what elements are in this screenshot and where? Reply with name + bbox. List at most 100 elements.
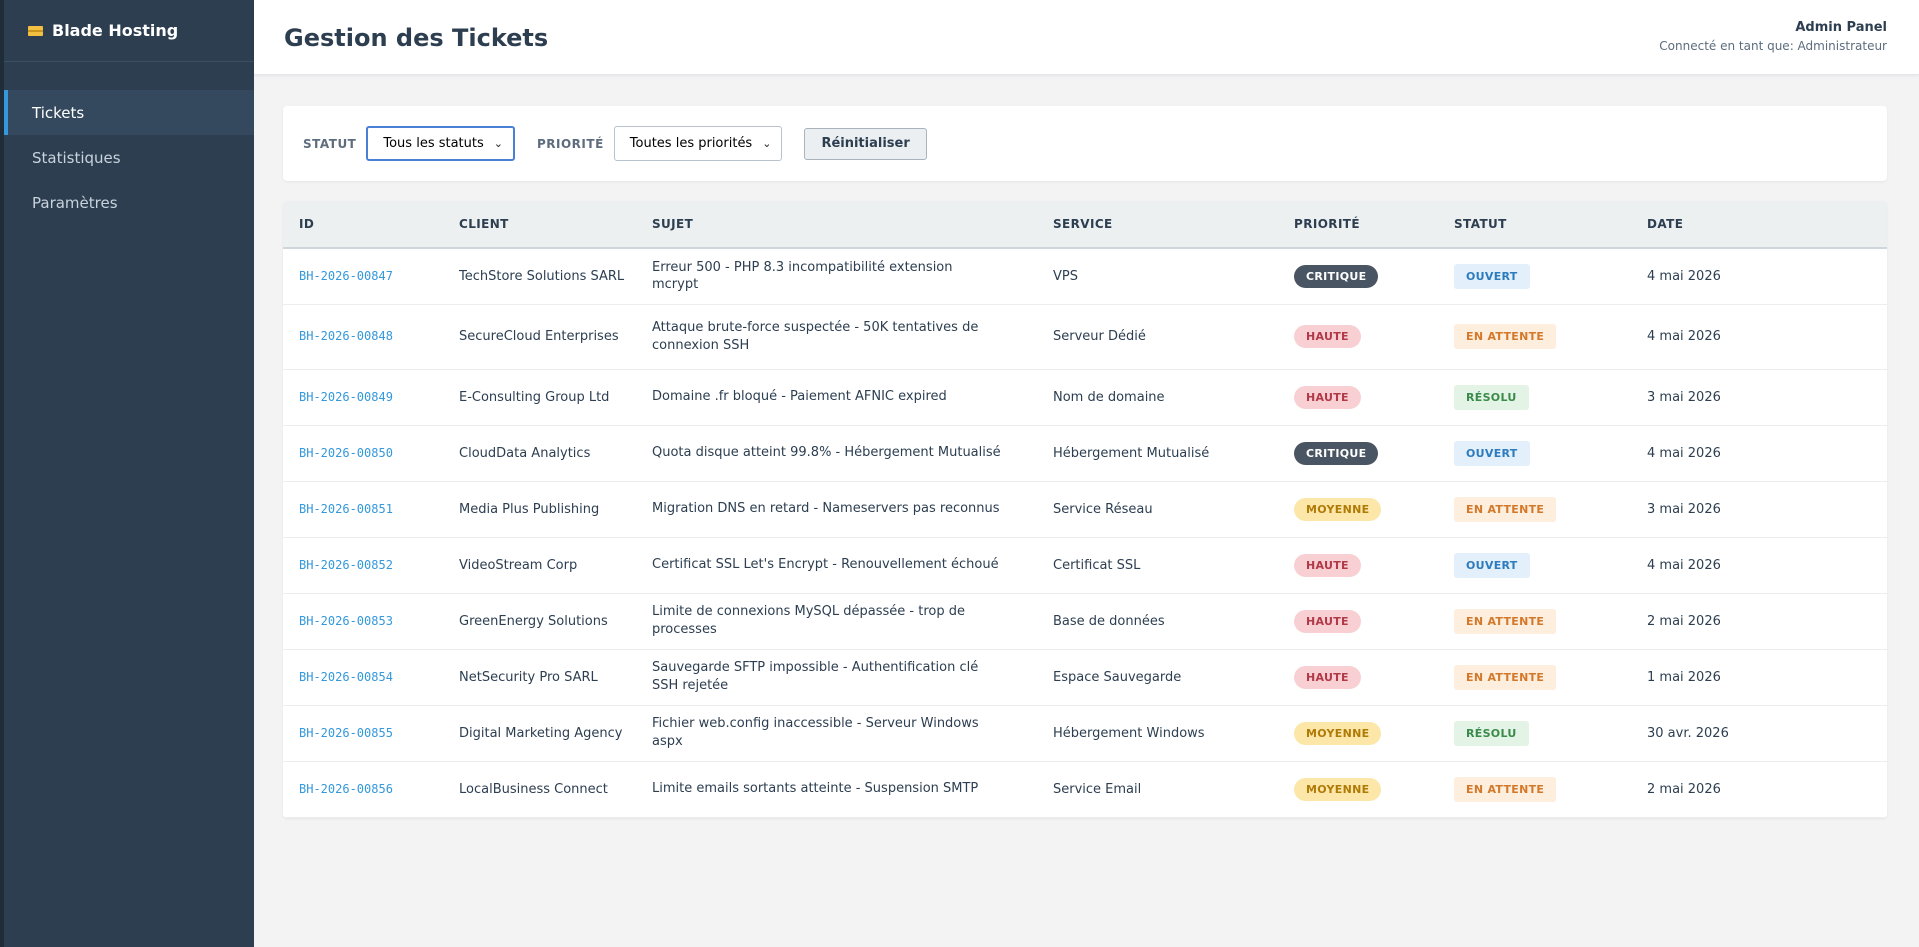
sidebar-item-label: Statistiques: [32, 148, 121, 167]
sidebar-item-statistiques[interactable]: Statistiques: [4, 135, 254, 180]
column-header-priority[interactable]: PRIORITÉ: [1278, 201, 1438, 248]
admin-panel-title: Admin Panel: [1795, 20, 1887, 35]
priority-filter-select[interactable]: Toutes les priorités ⌄: [613, 126, 783, 161]
client-cell: CloudData Analytics: [459, 445, 591, 461]
ticket-id-link[interactable]: BH-2026-00847: [299, 269, 393, 283]
status-cell: RÉSOLU: [1438, 369, 1631, 425]
table-row[interactable]: BH-2026-00855 Digital Marketing Agency Fic…: [283, 705, 1887, 761]
priority-cell: MOYENNE: [1278, 761, 1438, 817]
status-badge: OUVERT: [1454, 263, 1530, 289]
table-header-row: ID CLIENT SUJET SERVICE PRIORITÉ STATUT …: [283, 201, 1887, 248]
column-header-subject[interactable]: SUJET: [636, 201, 1037, 248]
ticket-id-cell: BH-2026-00850: [283, 425, 443, 481]
ticket-id-link[interactable]: BH-2026-00850: [299, 446, 393, 460]
table-row[interactable]: BH-2026-00847 TechStore Solutions SARL Err…: [283, 248, 1887, 304]
table-row[interactable]: BH-2026-00853 GreenEnergy Solutions Limite…: [283, 593, 1887, 649]
service-cell: Espace Sauvegarde: [1053, 669, 1182, 685]
date-cell: 2 mai 2026: [1647, 613, 1721, 629]
service-cell: VPS: [1053, 268, 1078, 284]
status-badge: EN ATTENTE: [1454, 608, 1557, 634]
column-header-id[interactable]: ID: [283, 201, 443, 248]
date-cell: 4 mai 2026: [1647, 557, 1721, 573]
table-row[interactable]: BH-2026-00854 NetSecurity Pro SARL Sauvega…: [283, 649, 1887, 705]
chevron-down-icon: ⌄: [762, 137, 772, 150]
priority-badge: CRITIQUE: [1294, 264, 1379, 288]
table-row[interactable]: BH-2026-00856 LocalBusiness Connect Limite…: [283, 761, 1887, 817]
date-cell: 3 mai 2026: [1647, 501, 1721, 517]
status-badge: OUVERT: [1454, 552, 1530, 578]
priority-badge: MOYENNE: [1294, 497, 1382, 521]
ticket-id-cell: BH-2026-00852: [283, 537, 443, 593]
priority-cell: HAUTE: [1278, 304, 1438, 369]
column-header-service[interactable]: SERVICE: [1037, 201, 1278, 248]
ticket-id-cell: BH-2026-00848: [283, 304, 443, 369]
subject-cell: Limite emails sortants atteinte - Suspen…: [652, 781, 979, 797]
ticket-id-cell: BH-2026-00847: [283, 248, 443, 304]
ticket-id-cell: BH-2026-00849: [283, 369, 443, 425]
date-cell: 4 mai 2026: [1647, 329, 1721, 344]
logged-in-as: Connecté en tant que: Administrateur: [1659, 39, 1887, 53]
client-cell: VideoStream Corp: [459, 557, 578, 573]
service-cell: Serveur Dédié: [1053, 329, 1146, 344]
ticket-id-cell: BH-2026-00854: [283, 649, 443, 705]
date-cell: 30 avr. 2026: [1647, 725, 1729, 741]
priority-badge: HAUTE: [1294, 609, 1361, 633]
priority-badge: HAUTE: [1294, 325, 1361, 348]
date-cell: 4 mai 2026: [1647, 268, 1721, 284]
table-row[interactable]: BH-2026-00849 E-Consulting Group Ltd Domai…: [283, 369, 1887, 425]
ticket-id-link[interactable]: BH-2026-00855: [299, 726, 393, 740]
ticket-id-link[interactable]: BH-2026-00852: [299, 558, 393, 572]
sidebar: Blade Hosting Tickets Statistiques Param…: [0, 0, 254, 947]
column-header-date[interactable]: DATE: [1631, 201, 1887, 248]
priority-cell: CRITIQUE: [1278, 425, 1438, 481]
status-cell: EN ATTENTE: [1438, 304, 1631, 369]
sidebar-item-parametres[interactable]: Paramètres: [4, 180, 254, 225]
status-badge: EN ATTENTE: [1454, 664, 1557, 690]
table-row[interactable]: BH-2026-00850 CloudData Analytics Quota di…: [283, 425, 1887, 481]
table-row[interactable]: BH-2026-00851 Media Plus Publishing Migrat…: [283, 481, 1887, 537]
status-cell: EN ATTENTE: [1438, 481, 1631, 537]
priority-filter-label: PRIORITÉ: [536, 136, 604, 151]
ticket-id-link[interactable]: BH-2026-00848: [299, 329, 393, 343]
filter-bar: STATUT Tous les statuts ⌄ PRIORITÉ Toute…: [283, 106, 1887, 181]
ticket-id-link[interactable]: BH-2026-00851: [299, 502, 393, 516]
status-filter-select[interactable]: Tous les statuts ⌄: [366, 126, 515, 161]
top-header: Gestion des Tickets Admin Panel Connecté…: [254, 0, 1919, 75]
client-cell: Digital Marketing Agency: [459, 725, 623, 741]
priority-badge: HAUTE: [1294, 553, 1361, 577]
table-row[interactable]: BH-2026-00848 SecureCloud Enterprises Atta…: [283, 304, 1887, 369]
ticket-id-cell: BH-2026-00855: [283, 705, 443, 761]
column-header-client[interactable]: CLIENT: [443, 201, 636, 248]
ticket-id-link[interactable]: BH-2026-00853: [299, 614, 393, 628]
subject-cell: Domaine .fr bloqué - Paiement AFNIC expi…: [652, 389, 947, 405]
status-badge: RÉSOLU: [1454, 384, 1529, 410]
status-filter-value: Tous les statuts: [383, 136, 484, 151]
sidebar-nav: Tickets Statistiques Paramètres: [4, 90, 254, 225]
service-cell: Nom de domaine: [1053, 389, 1165, 405]
date-cell: 1 mai 2026: [1647, 669, 1721, 685]
column-header-status[interactable]: STATUT: [1438, 201, 1631, 248]
date-cell: 3 mai 2026: [1647, 389, 1721, 405]
client-cell: SecureCloud Enterprises: [459, 329, 619, 344]
ticket-id-link[interactable]: BH-2026-00854: [299, 670, 393, 684]
sidebar-item-tickets[interactable]: Tickets: [4, 90, 254, 135]
status-cell: RÉSOLU: [1438, 705, 1631, 761]
status-badge: OUVERT: [1454, 440, 1530, 466]
subject-cell: Certificat SSL Let's Encrypt - Renouvell…: [652, 557, 999, 573]
priority-badge: HAUTE: [1294, 665, 1361, 689]
reset-button[interactable]: Réinitialiser: [804, 127, 927, 160]
ticket-id-link[interactable]: BH-2026-00849: [299, 390, 393, 404]
priority-badge: MOYENNE: [1294, 777, 1382, 801]
status-cell: EN ATTENTE: [1438, 649, 1631, 705]
ticket-id-link[interactable]: BH-2026-00856: [299, 782, 393, 796]
status-badge: EN ATTENTE: [1454, 324, 1557, 349]
status-cell: OUVERT: [1438, 425, 1631, 481]
brand-name: Blade Hosting: [52, 21, 179, 40]
status-filter-label: STATUT: [303, 136, 357, 151]
client-cell: TechStore Solutions SARL: [459, 268, 625, 284]
page-title: Gestion des Tickets: [284, 24, 549, 52]
table-row[interactable]: BH-2026-00852 VideoStream Corp Certificat …: [283, 537, 1887, 593]
priority-cell: HAUTE: [1278, 369, 1438, 425]
brand: Blade Hosting: [4, 0, 254, 62]
service-cell: Hébergement Mutualisé: [1053, 445, 1210, 461]
